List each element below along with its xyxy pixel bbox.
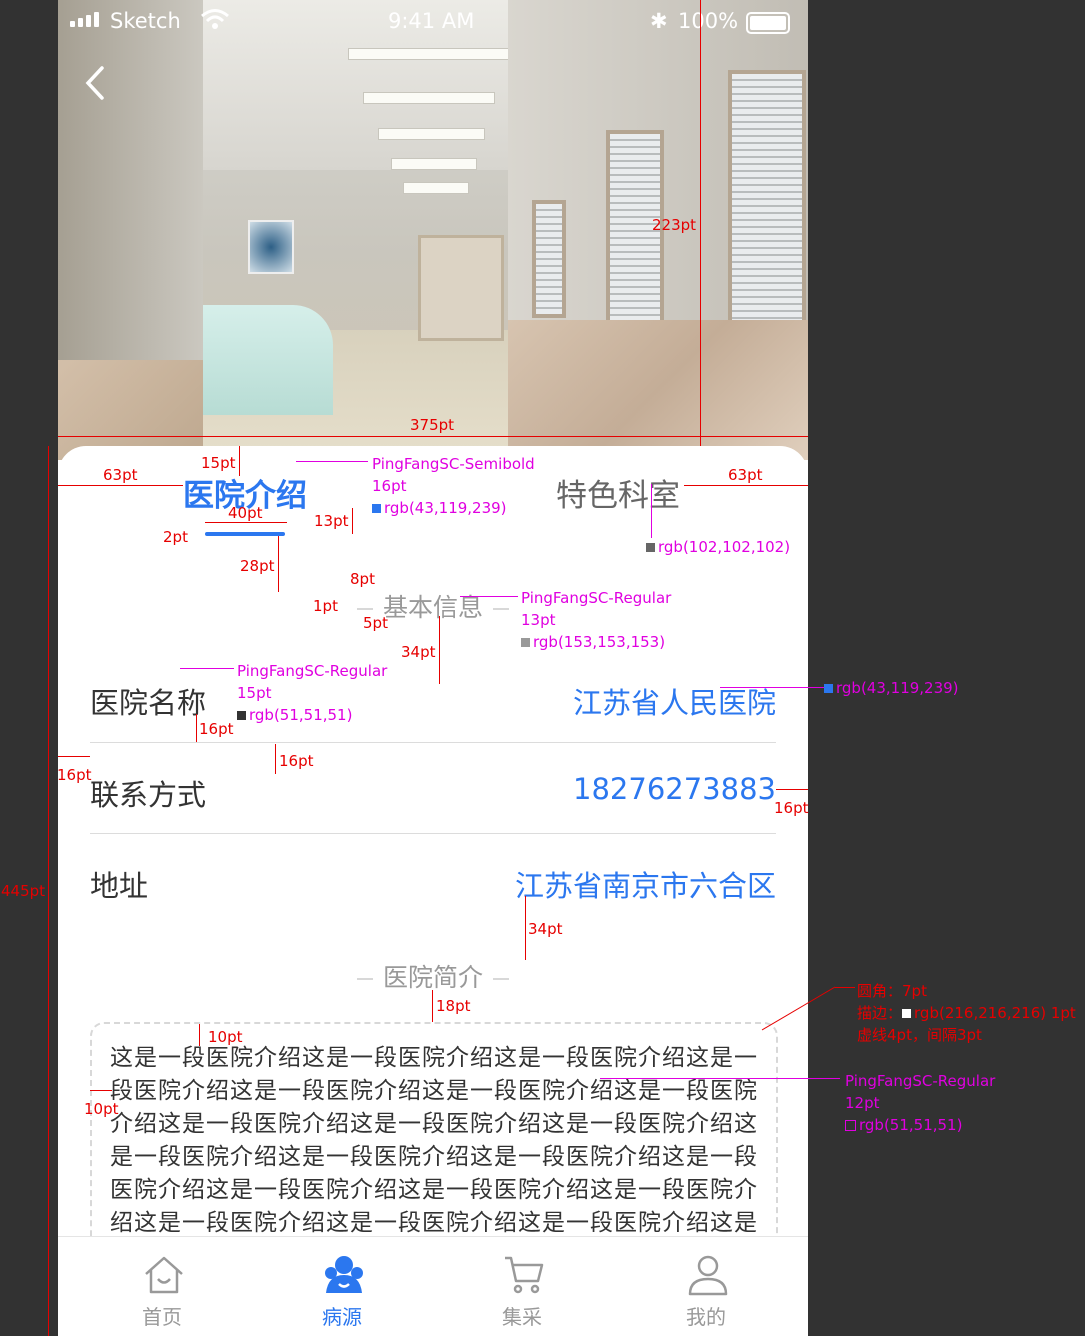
dim-underline-height-2: 2pt	[163, 528, 188, 546]
dim-34-b: 34pt	[528, 920, 563, 938]
dim-10-a: 10pt	[208, 1028, 243, 1046]
back-button[interactable]	[82, 64, 112, 104]
battery-percent: 100%	[678, 9, 739, 33]
intro-heading: 医院简介	[58, 958, 808, 994]
dim-1: 1pt	[313, 597, 338, 615]
dim-16-b: 16pt	[279, 752, 314, 770]
dim-tab-top-15: 15pt	[201, 454, 236, 472]
intro-text: 这是一段医院介绍这是一段医院介绍这是一段医院介绍这是一段医院介绍这是一段医院介绍…	[110, 1045, 758, 1236]
dim-height-445: 445pt	[1, 882, 46, 900]
spec-value-color: rgb(43,119,239)	[824, 679, 959, 697]
spec-label-font: PingFangSC-Regular 15pt rgb(51,51,51)	[237, 662, 388, 724]
dim-10-b: 10pt	[84, 1100, 119, 1118]
callout-leader	[761, 986, 836, 1031]
spec-box-style: 圆角：7pt 描边： rgb(216,216,216) 1pt 虚线4pt，间隔3…	[857, 982, 1076, 1044]
user-icon	[688, 1255, 728, 1296]
tabbar-label: 首页	[142, 1305, 182, 1329]
status-time: 9:41 AM	[388, 9, 475, 33]
tabbar-item-procurement[interactable]: 集采	[462, 1237, 582, 1336]
cart-icon	[505, 1256, 544, 1294]
patients-icon	[325, 1256, 363, 1293]
divider	[90, 833, 776, 834]
chevron-left-icon	[85, 66, 104, 100]
dim-16-a: 16pt	[199, 720, 234, 738]
tabbar-label: 病源	[322, 1305, 362, 1329]
phone-screen: Sketch 9:41 AM ✱ 100% 医院介绍 特色科室 基本信息 医院名…	[58, 0, 808, 1336]
home-icon	[145, 1256, 183, 1294]
carrier-label: Sketch	[110, 9, 181, 33]
dim-16-c: 16pt	[57, 766, 92, 784]
address-value: 江苏省南京市六合区	[514, 869, 776, 903]
dim-28: 28pt	[240, 557, 275, 575]
wifi-icon	[200, 8, 230, 35]
bottom-tab-bar: 首页 病源 集采 我的	[58, 1236, 808, 1336]
tab-featured-departments[interactable]: 特色科室	[556, 470, 680, 515]
tab-active-indicator	[205, 532, 285, 536]
bluetooth-icon: ✱	[650, 9, 668, 33]
address-label: 地址	[90, 869, 149, 903]
spec-section-font: PingFangSC-Regular 13pt rgb(153,153,153)	[521, 589, 672, 651]
tabbar-label: 我的	[686, 1305, 726, 1329]
dim-tab-margin-right: 63pt	[728, 466, 763, 484]
hospital-name-label: 医院名称	[90, 686, 207, 720]
tabbar-item-patients[interactable]: 病源	[282, 1237, 402, 1336]
spec-tab-font: PingFangSC-Semibold 16pt rgb(43,119,239)	[372, 455, 535, 517]
dim-13: 13pt	[314, 512, 349, 530]
divider	[90, 742, 776, 743]
dim-5: 5pt	[363, 614, 388, 632]
dim-height-223: 223pt	[652, 216, 697, 234]
contact-phone-link[interactable]: 18276273883	[573, 772, 776, 806]
tabbar-item-profile[interactable]: 我的	[646, 1237, 766, 1336]
tabbar-label: 集采	[502, 1305, 542, 1329]
signal-icon	[70, 12, 99, 27]
spec-body-font: PingFangSC-Regular 12pt rgb(51,51,51)	[845, 1072, 996, 1134]
tabbar-item-home[interactable]: 首页	[102, 1237, 222, 1336]
dim-34-a: 34pt	[401, 643, 436, 661]
dim-underline-width-40: 40pt	[228, 504, 263, 522]
contact-label: 联系方式	[90, 778, 207, 812]
dim-8: 8pt	[350, 570, 375, 588]
dim-16-d: 16pt	[774, 799, 809, 817]
dim-18: 18pt	[436, 997, 471, 1015]
dim-tab-margin-left: 63pt	[103, 466, 138, 484]
battery-icon	[746, 12, 790, 34]
basic-info-heading: 基本信息	[58, 588, 808, 624]
dim-width-375: 375pt	[410, 416, 455, 434]
spec-tab-inactive-color: rgb(102,102,102)	[646, 538, 790, 556]
status-bar: Sketch 9:41 AM ✱ 100%	[58, 0, 808, 44]
